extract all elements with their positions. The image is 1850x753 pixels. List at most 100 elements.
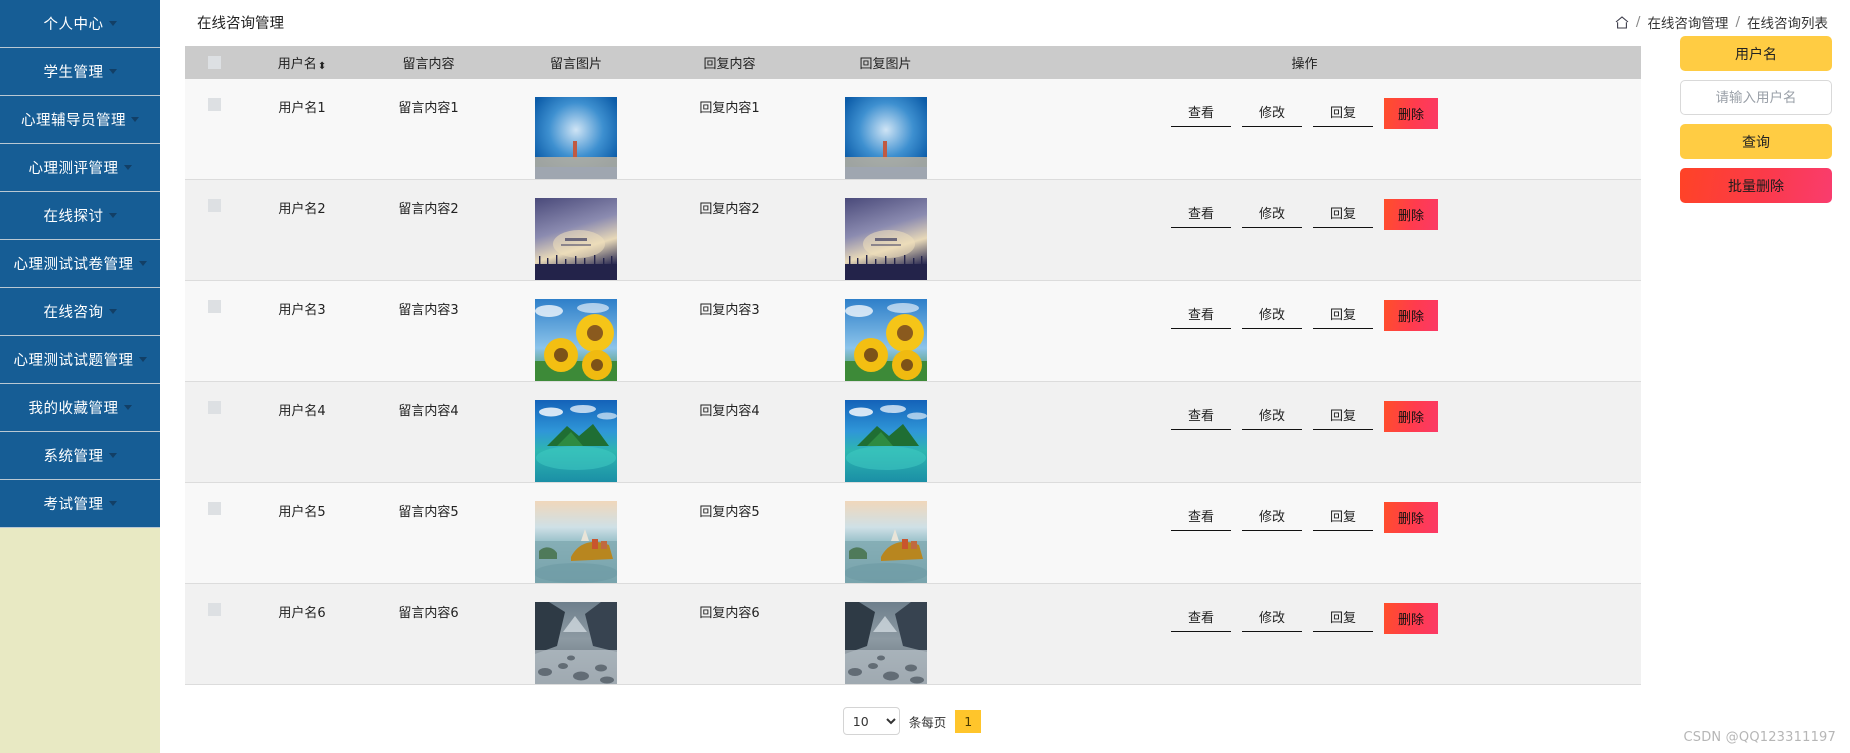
cell-username: 用户名4 bbox=[278, 404, 326, 419]
message-image-thumbnail[interactable] bbox=[535, 299, 617, 381]
edit-button[interactable]: 修改 bbox=[1241, 504, 1302, 531]
sidebar-item-favorites-management[interactable]: 我的收藏管理 bbox=[0, 384, 160, 432]
table-row: 用户名4 留言内容4 回复内容4 查看 修改 回复 删除 bbox=[185, 381, 1641, 483]
page-number-1[interactable]: 1 bbox=[955, 709, 982, 733]
sidebar-item-exam-management[interactable]: 考试管理 bbox=[0, 480, 160, 528]
chevron-down-icon bbox=[108, 453, 117, 458]
column-header-reply-image: 回复图片 bbox=[803, 46, 968, 79]
sidebar-item-counselor-management[interactable]: 心理辅导员管理 bbox=[0, 96, 160, 144]
row-checkbox[interactable] bbox=[207, 98, 221, 111]
sidebar-item-online-discussion[interactable]: 在线探讨 bbox=[0, 192, 160, 240]
edit-button[interactable]: 修改 bbox=[1241, 201, 1302, 228]
sort-arrows-icon[interactable]: ⬍ bbox=[318, 62, 326, 72]
row-select-cell bbox=[185, 79, 243, 180]
edit-button[interactable]: 修改 bbox=[1241, 605, 1302, 632]
edit-button[interactable]: 修改 bbox=[1241, 302, 1302, 329]
cell-reply-image bbox=[803, 79, 968, 180]
delete-button[interactable]: 删除 bbox=[1384, 502, 1439, 533]
cell-message: 留言内容1 bbox=[398, 101, 459, 116]
cell-username: 用户名3 bbox=[278, 303, 326, 318]
reply-button[interactable]: 回复 bbox=[1313, 100, 1374, 127]
delete-button[interactable]: 删除 bbox=[1384, 199, 1439, 230]
chevron-down-icon bbox=[108, 213, 117, 218]
username-field-label-button[interactable]: 用户名 bbox=[1680, 36, 1832, 71]
edit-button[interactable]: 修改 bbox=[1241, 100, 1302, 127]
search-button[interactable]: 查询 bbox=[1680, 124, 1832, 159]
column-header-username[interactable]: 用户名⬍ bbox=[243, 46, 361, 79]
cell-operations: 查看 修改 回复 删除 bbox=[968, 483, 1641, 584]
message-image-thumbnail[interactable] bbox=[535, 501, 617, 583]
sidebar-filler bbox=[0, 528, 160, 753]
row-select-cell bbox=[185, 584, 243, 685]
reply-button[interactable]: 回复 bbox=[1313, 302, 1374, 329]
cell-operations: 查看 修改 回复 删除 bbox=[968, 281, 1641, 382]
edit-button[interactable]: 修改 bbox=[1241, 403, 1302, 430]
row-checkbox[interactable] bbox=[207, 199, 221, 212]
sidebar-item-online-consultation[interactable]: 在线咨询 bbox=[0, 288, 160, 336]
message-image-thumbnail[interactable] bbox=[535, 97, 617, 179]
sidebar-item-label: 心理测试试卷管理 bbox=[13, 257, 134, 273]
sidebar-item-test-paper-management[interactable]: 心理测试试卷管理 bbox=[0, 240, 160, 288]
reply-image-thumbnail[interactable] bbox=[844, 198, 927, 280]
view-button[interactable]: 查看 bbox=[1170, 504, 1231, 531]
reply-button[interactable]: 回复 bbox=[1313, 403, 1374, 430]
cell-operations: 查看 修改 回复 删除 bbox=[968, 79, 1641, 180]
breadcrumb-item-consultation-list[interactable]: 在线咨询列表 bbox=[1747, 12, 1828, 32]
sidebar-item-question-management[interactable]: 心理测试试题管理 bbox=[0, 336, 160, 384]
row-checkbox[interactable] bbox=[207, 300, 221, 313]
row-action-group: 查看 修改 回复 删除 bbox=[968, 198, 1641, 230]
chevron-down-icon bbox=[131, 117, 139, 122]
reply-image-thumbnail[interactable] bbox=[844, 97, 927, 179]
cell-reply: 回复内容6 bbox=[699, 606, 760, 621]
view-button[interactable]: 查看 bbox=[1170, 302, 1231, 329]
view-button[interactable]: 查看 bbox=[1170, 403, 1231, 430]
message-image-thumbnail[interactable] bbox=[535, 400, 617, 482]
reply-image-thumbnail[interactable] bbox=[844, 400, 927, 482]
page-size-select[interactable]: 10 20 50 100 bbox=[842, 707, 900, 735]
sidebar-item-system-management[interactable]: 系统管理 bbox=[0, 432, 160, 480]
sidebar-item-student-management[interactable]: 学生管理 bbox=[0, 48, 160, 96]
reply-button[interactable]: 回复 bbox=[1313, 201, 1374, 228]
table-row: 用户名3 留言内容3 回复内容3 查看 修改 回复 删除 bbox=[185, 280, 1641, 382]
row-checkbox[interactable] bbox=[207, 603, 221, 616]
message-image-thumbnail[interactable] bbox=[535, 198, 617, 280]
delete-button[interactable]: 删除 bbox=[1384, 603, 1439, 634]
search-input[interactable] bbox=[1680, 80, 1832, 115]
view-button[interactable]: 查看 bbox=[1170, 201, 1231, 228]
reply-button[interactable]: 回复 bbox=[1313, 605, 1374, 632]
row-checkbox[interactable] bbox=[207, 502, 221, 515]
reply-image-thumbnail[interactable] bbox=[844, 501, 927, 583]
reply-image-thumbnail[interactable] bbox=[844, 602, 927, 684]
row-checkbox[interactable] bbox=[207, 401, 221, 414]
table-body: 用户名1 留言内容1 回复内容1 查看 修改 回复 删除 用户名2 留言内容2 … bbox=[185, 79, 1641, 685]
row-select-cell bbox=[185, 180, 243, 281]
reply-image-thumbnail[interactable] bbox=[844, 299, 927, 381]
delete-button[interactable]: 删除 bbox=[1384, 98, 1439, 129]
row-select-cell bbox=[185, 483, 243, 584]
consultation-table: 用户名⬍ 留言内容 留言图片 回复内容 回复图片 操作 用户名1 留言内容1 回… bbox=[185, 46, 1641, 685]
sidebar-menu: 个人中心 学生管理 心理辅导员管理 心理测评管理 在线探讨 心理测试试卷管理 在… bbox=[0, 0, 160, 528]
message-image-thumbnail[interactable] bbox=[535, 602, 617, 684]
reply-button[interactable]: 回复 bbox=[1313, 504, 1374, 531]
sidebar-item-personal-center[interactable]: 个人中心 bbox=[0, 0, 160, 48]
sidebar-item-label: 心理辅导员管理 bbox=[21, 113, 126, 129]
row-action-group: 查看 修改 回复 删除 bbox=[968, 501, 1641, 533]
delete-button[interactable]: 删除 bbox=[1384, 300, 1439, 331]
search-panel: 用户名 查询 批量删除 bbox=[1680, 36, 1832, 203]
per-page-label: 条每页 bbox=[908, 714, 947, 730]
sidebar-item-assessment-management[interactable]: 心理测评管理 bbox=[0, 144, 160, 192]
batch-delete-button[interactable]: 批量删除 bbox=[1680, 168, 1832, 203]
cell-operations: 查看 修改 回复 删除 bbox=[968, 584, 1641, 685]
view-button[interactable]: 查看 bbox=[1170, 100, 1231, 127]
chevron-down-icon bbox=[123, 405, 132, 410]
page-title: 在线咨询管理 bbox=[197, 15, 284, 32]
breadcrumb-item-consultation-management[interactable]: 在线咨询管理 bbox=[1647, 12, 1728, 32]
select-all-checkbox[interactable] bbox=[207, 56, 221, 69]
chevron-down-icon bbox=[108, 309, 117, 314]
delete-button[interactable]: 删除 bbox=[1384, 401, 1439, 432]
cell-username: 用户名1 bbox=[278, 101, 326, 116]
cell-operations: 查看 修改 回复 删除 bbox=[968, 180, 1641, 281]
view-button[interactable]: 查看 bbox=[1170, 605, 1231, 632]
select-all-header bbox=[185, 46, 243, 79]
home-icon[interactable] bbox=[1615, 15, 1629, 29]
